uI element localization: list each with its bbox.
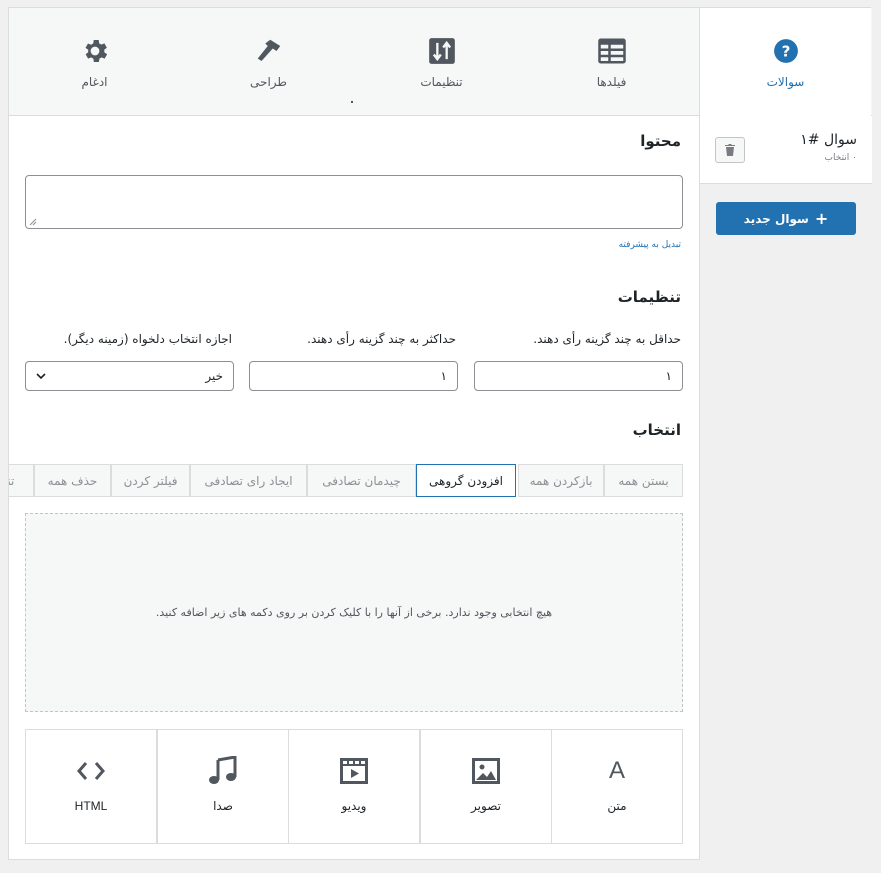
plus-icon: +	[814, 208, 829, 228]
convert-advanced-link[interactable]: تبدیل به پیشرفته	[619, 240, 681, 250]
hammer-icon	[254, 36, 284, 66]
question-choice-count: ۰ انتخاب	[824, 153, 857, 163]
top-nav: ادغام طراحی تنظیمات فیلدها ? سوالات	[9, 8, 872, 117]
max-votes-label: حداکثر به چند گزینه رأی دهند.	[307, 332, 456, 346]
min-votes-value: ۱	[665, 369, 672, 383]
delete-question-button[interactable]	[715, 137, 745, 163]
tile-label: صدا	[213, 799, 233, 813]
tab-label: فیلدها	[596, 75, 627, 89]
svg-text:?: ?	[781, 42, 790, 60]
tab-label: سوالات	[766, 75, 805, 89]
add-video-choice-button[interactable]: ویدیو	[288, 729, 420, 844]
collapse-all-button[interactable]: بستن همه	[604, 464, 683, 497]
tab-settings[interactable]: تنظیمات	[389, 8, 494, 116]
tab-design[interactable]: طراحی	[216, 8, 321, 116]
sliders-icon	[427, 36, 457, 66]
new-question-button[interactable]: + سوال جدید	[716, 202, 856, 235]
filter-button[interactable]: فیلتر کردن	[111, 464, 190, 497]
question-title: سوال #۱	[800, 132, 857, 148]
allow-other-value: خیر	[205, 369, 223, 383]
empty-choices-message: هیچ انتخابی وجود ندارد. برخی از آنها را …	[25, 513, 683, 712]
empty-choices-text: هیچ انتخابی وجود ندارد. برخی از آنها را …	[155, 606, 553, 619]
music-note-icon	[208, 756, 238, 786]
expand-all-button[interactable]: بازکردن همه	[518, 464, 604, 497]
content-textarea[interactable]	[25, 175, 683, 229]
text-a-icon: A	[608, 757, 625, 784]
max-votes-value: ۱	[440, 369, 447, 383]
question-circle-icon: ?	[771, 36, 801, 66]
min-votes-label: حداقل به چند گزینه رأی دهند.	[533, 332, 681, 346]
code-icon	[77, 756, 105, 786]
table-icon	[597, 36, 627, 66]
add-text-choice-button[interactable]: A متن	[551, 729, 683, 844]
bulk-add-button[interactable]: افزودن گروهی	[416, 464, 516, 497]
new-question-label: سوال جدید	[743, 211, 809, 226]
image-icon	[471, 756, 501, 786]
dot	[351, 101, 353, 103]
questions-sidebar: سوال #۱ ۰ انتخاب + سوال جدید	[699, 116, 872, 860]
gear-icon	[80, 36, 110, 66]
settings-partial-button[interactable]: تنظ	[9, 464, 34, 497]
resize-grip-icon	[29, 218, 37, 226]
tab-fields[interactable]: فیلدها	[559, 8, 664, 116]
editor-frame: ادغام طراحی تنظیمات فیلدها ? سوالات سوال…	[8, 7, 872, 860]
shuffle-button[interactable]: چیدمان تصادفی	[307, 464, 416, 497]
add-audio-choice-button[interactable]: صدا	[157, 729, 289, 844]
tile-label: ویدیو	[341, 799, 367, 813]
tile-label: HTML	[74, 799, 108, 813]
allow-other-label: اجازه انتخاب دلخواه (زمینه دیگر).	[63, 332, 232, 346]
add-html-choice-button[interactable]: HTML	[25, 729, 157, 844]
tab-label: طراحی	[250, 75, 287, 89]
allow-other-select[interactable]: خیر	[25, 361, 234, 391]
video-icon	[339, 756, 369, 786]
settings-title: تنظیمات	[617, 288, 681, 306]
delete-all-button[interactable]: حذف همه	[34, 464, 111, 497]
tab-questions[interactable]: ? سوالات	[699, 8, 871, 117]
content-title: محتوا	[640, 132, 681, 150]
question-card[interactable]: سوال #۱ ۰ انتخاب	[700, 116, 872, 184]
tile-label: متن	[607, 799, 627, 813]
tile-label: تصویر	[471, 799, 501, 813]
add-image-choice-button[interactable]: تصویر	[420, 729, 552, 844]
min-votes-input[interactable]: ۱	[474, 361, 683, 391]
choices-title: انتخاب	[632, 421, 681, 439]
random-votes-button[interactable]: ایجاد رای تصادفی	[190, 464, 307, 497]
choices-toolbar: بستن همه بازکردن همه افزودن گروهی چیدمان…	[9, 464, 683, 498]
trash-icon	[725, 144, 735, 156]
max-votes-input[interactable]: ۱	[249, 361, 458, 391]
tab-label: تنظیمات	[420, 75, 463, 89]
tab-label: ادغام	[81, 75, 108, 89]
chevron-down-icon	[36, 373, 46, 380]
tab-integration[interactable]: ادغام	[42, 8, 147, 116]
